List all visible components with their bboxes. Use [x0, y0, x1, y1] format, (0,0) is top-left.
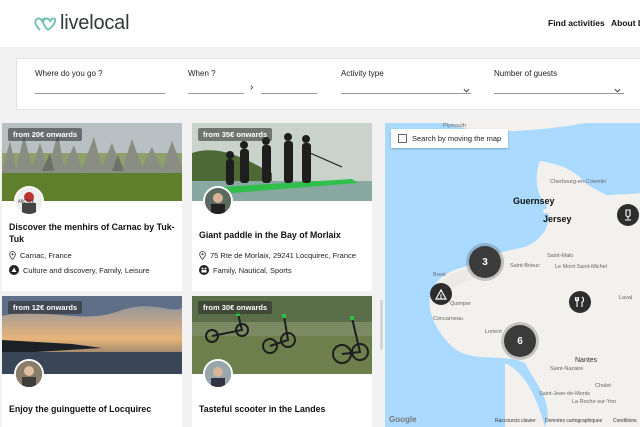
- keyboard-shortcuts-link[interactable]: Raccourcis clavier: [495, 418, 536, 424]
- host-avatar: ARCTUK: [14, 186, 44, 216]
- map-marker-sport[interactable]: [617, 204, 639, 226]
- tent-icon: [435, 288, 447, 300]
- activity-card-paddle[interactable]: from 35€ onwards Giant paddle in the Bay…: [192, 123, 372, 291]
- scrollbar[interactable]: [380, 300, 383, 350]
- location-pin-icon: [199, 251, 206, 260]
- host-avatar: [203, 359, 233, 389]
- host-avatar: [14, 359, 44, 389]
- activity-location: 75 Rte de Morlaix, 29241 Locquirec, Fran…: [199, 251, 356, 260]
- categories-text: Family, Nautical, Sports: [213, 265, 292, 275]
- map-label-saint-nazaire: Saint-Nazaire: [550, 366, 584, 372]
- map-label-plymouth: Plymouth: [443, 123, 466, 129]
- activity-categories: Culture and discovery, Family, Leisure: [9, 265, 149, 275]
- guests-select[interactable]: Number of guests: [494, 69, 624, 94]
- location-pin-icon: [9, 251, 16, 260]
- activity-categories: Family, Nautical, Sports: [199, 265, 292, 275]
- chevron-down-icon: [463, 88, 470, 93]
- price-badge: from 12€ onwards: [8, 301, 83, 314]
- activity-type-label: Activity type: [341, 69, 384, 78]
- map-label-saint-brieuc: Saint-Brieuc: [510, 263, 540, 269]
- end-date-input[interactable]: [261, 93, 317, 94]
- where-field[interactable]: Where do you go ?: [35, 69, 165, 94]
- when-field[interactable]: When ? ›: [188, 69, 317, 94]
- price-badge: from 20€ onwards: [8, 128, 83, 141]
- map-marker-restaurant[interactable]: [569, 291, 591, 313]
- search-by-map-checkbox[interactable]: [398, 134, 407, 143]
- livelocal-logo[interactable]: livelocal: [34, 12, 130, 35]
- activity-title[interactable]: Giant paddle in the Bay of Morlaix: [199, 229, 341, 241]
- map-view[interactable]: Search by moving the map Plymouth Cherbo…: [385, 123, 640, 427]
- map-label-brest: Brest: [433, 272, 446, 278]
- search-by-map-label: Search by moving the map: [412, 134, 502, 143]
- chevron-down-icon: [614, 88, 621, 93]
- map-land: [429, 123, 640, 427]
- location-text: 75 Rte de Morlaix, 29241 Locquirec, Fran…: [210, 251, 356, 260]
- guests-label: Number of guests: [494, 69, 558, 78]
- guests-underline: [494, 93, 624, 94]
- activity-title[interactable]: Tasteful scooter in the Landes: [199, 403, 325, 415]
- activity-title[interactable]: Discover the menhirs of Carnac by Tuk- T…: [9, 221, 175, 245]
- logo-text: livelocal: [60, 12, 130, 34]
- map-label-guernsey: Guernsey: [513, 196, 555, 206]
- trophy-icon: [625, 209, 631, 221]
- map-data-link[interactable]: Données cartographiques: [545, 418, 602, 424]
- map-label-nantes: Nantes: [575, 357, 598, 364]
- nav-find-activities[interactable]: Find activities: [548, 18, 605, 28]
- activity-location: Carnac, France: [9, 251, 72, 260]
- map-label-laval: Laval: [619, 295, 633, 301]
- price-badge: from 30€ onwards: [198, 301, 273, 314]
- activity-card-guinguette[interactable]: from 12€ onwards Enjoy the guinguette of…: [2, 296, 182, 427]
- activity-title[interactable]: Enjoy the guinguette of Locquirec: [9, 403, 151, 415]
- search-by-map-toggle[interactable]: Search by moving the map: [391, 129, 509, 148]
- map-cluster[interactable]: 6: [504, 325, 536, 357]
- search-bar: Where do you go ? When ? › Activity type…: [16, 58, 640, 110]
- map-label-cholet: Cholet: [595, 383, 611, 389]
- category-icon: [9, 265, 19, 275]
- activity-type-select[interactable]: Activity type: [341, 69, 471, 94]
- family-icon: [199, 265, 209, 275]
- map-label-lorient: Lorient: [485, 329, 502, 335]
- map-label-saint-malo: Saint-Malo: [547, 253, 574, 259]
- fork-knife-icon: [574, 296, 585, 307]
- host-avatar: [203, 186, 233, 216]
- categories-text: Culture and discovery, Family, Leisure: [23, 265, 150, 275]
- where-input[interactable]: [35, 93, 165, 94]
- map-marker-activity[interactable]: [430, 283, 452, 305]
- start-date-input[interactable]: [188, 93, 244, 94]
- map-label-saint-jean: Saint-Jean-de-Monts: [539, 391, 591, 397]
- nav-about[interactable]: About Li: [611, 18, 640, 28]
- when-label: When ?: [188, 69, 216, 78]
- map-label-quimper: Quimper: [450, 301, 472, 307]
- map-cluster[interactable]: 3: [469, 246, 501, 278]
- activity-card-menhirs[interactable]: from 20€ onwards ARCTUK Discover the men…: [2, 123, 182, 291]
- activity-underline: [341, 93, 471, 94]
- activity-card-scooter[interactable]: from 30€ onwards Tasteful scooter in the…: [192, 296, 372, 427]
- avatar-text: ARCTUK: [18, 199, 34, 204]
- title-line-2: Tuk: [9, 234, 24, 244]
- top-header: livelocal Find activities About Li: [0, 0, 640, 47]
- map-label-concarneau: Concarneau: [433, 316, 463, 322]
- date-separator-icon: ›: [250, 82, 254, 93]
- google-logo: Google: [389, 415, 417, 424]
- terms-link[interactable]: Conditions: [613, 418, 637, 424]
- price-badge: from 35€ onwards: [198, 128, 273, 141]
- map-label-le-mont: Le Mont-Saint-Michel: [555, 264, 607, 270]
- title-line-1: Discover the menhirs of Carnac by Tuk-: [9, 222, 175, 232]
- map-label-cherbourg: Cherbourg-en-Cotentin: [550, 179, 607, 185]
- map-label-jersey: Jersey: [543, 214, 572, 224]
- location-text: Carnac, France: [20, 251, 72, 260]
- map-label-la-roche: La Roche-sur-Yon: [572, 399, 617, 405]
- logo-heart-icon: [34, 17, 56, 31]
- where-label: Where do you go ?: [35, 69, 103, 78]
